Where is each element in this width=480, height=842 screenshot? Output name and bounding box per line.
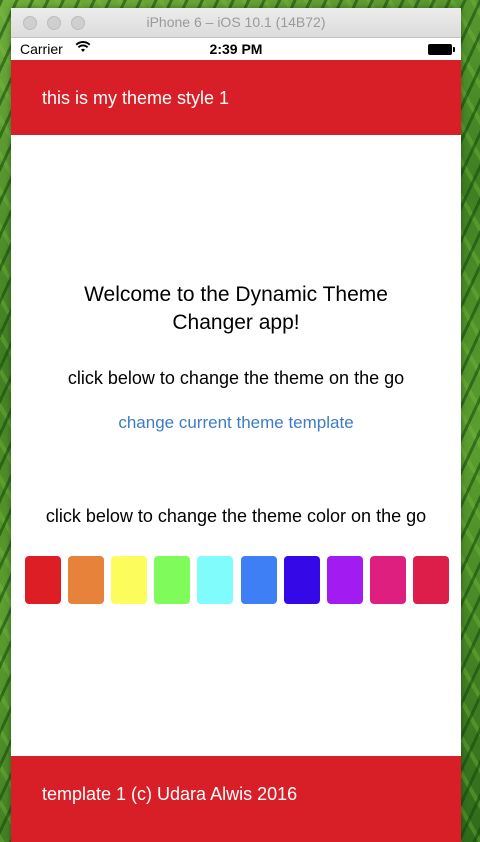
template-instruction: click below to change the theme on the g…: [67, 368, 405, 388]
color-swatch-row: [25, 556, 449, 606]
footer-text: template 1 (c) Udara Alwis 2016: [42, 784, 298, 804]
app-header: this is my theme style 1: [11, 60, 461, 135]
app-footer: template 1 (c) Udara Alwis 2016: [11, 756, 461, 842]
main-content: Welcome to the Dynamic Theme Changer app…: [11, 135, 461, 755]
color-swatch-orange[interactable]: [68, 556, 104, 604]
color-swatch-green[interactable]: [154, 556, 190, 604]
simulator-titlebar: iPhone 6 – iOS 10.1 (14B72): [11, 8, 461, 38]
color-swatch-cyan[interactable]: [197, 556, 233, 604]
change-template-button[interactable]: change current theme template: [86, 413, 386, 433]
status-time: 2:39 PM: [209, 41, 263, 57]
color-swatch-yellow[interactable]: [111, 556, 147, 604]
simulator-title: iPhone 6 – iOS 10.1 (14B72): [146, 14, 326, 30]
color-swatch-indigo[interactable]: [284, 556, 320, 604]
color-swatch-crimson[interactable]: [413, 556, 449, 604]
color-swatch-magenta[interactable]: [370, 556, 406, 604]
color-swatch-purple[interactable]: [327, 556, 363, 604]
welcome-text: Welcome to the Dynamic Theme Changer app…: [84, 283, 388, 334]
battery-icon: [428, 44, 455, 55]
color-swatch-blue[interactable]: [241, 556, 277, 604]
simulator-window: iPhone 6 – iOS 10.1 (14B72) Carrier 2:39…: [11, 8, 461, 842]
header-title: this is my theme style 1: [42, 88, 230, 108]
color-instruction: click below to change the theme color on…: [45, 506, 427, 526]
color-swatch-red[interactable]: [25, 556, 61, 604]
ios-status-bar: Carrier 2:39 PM: [11, 38, 461, 60]
